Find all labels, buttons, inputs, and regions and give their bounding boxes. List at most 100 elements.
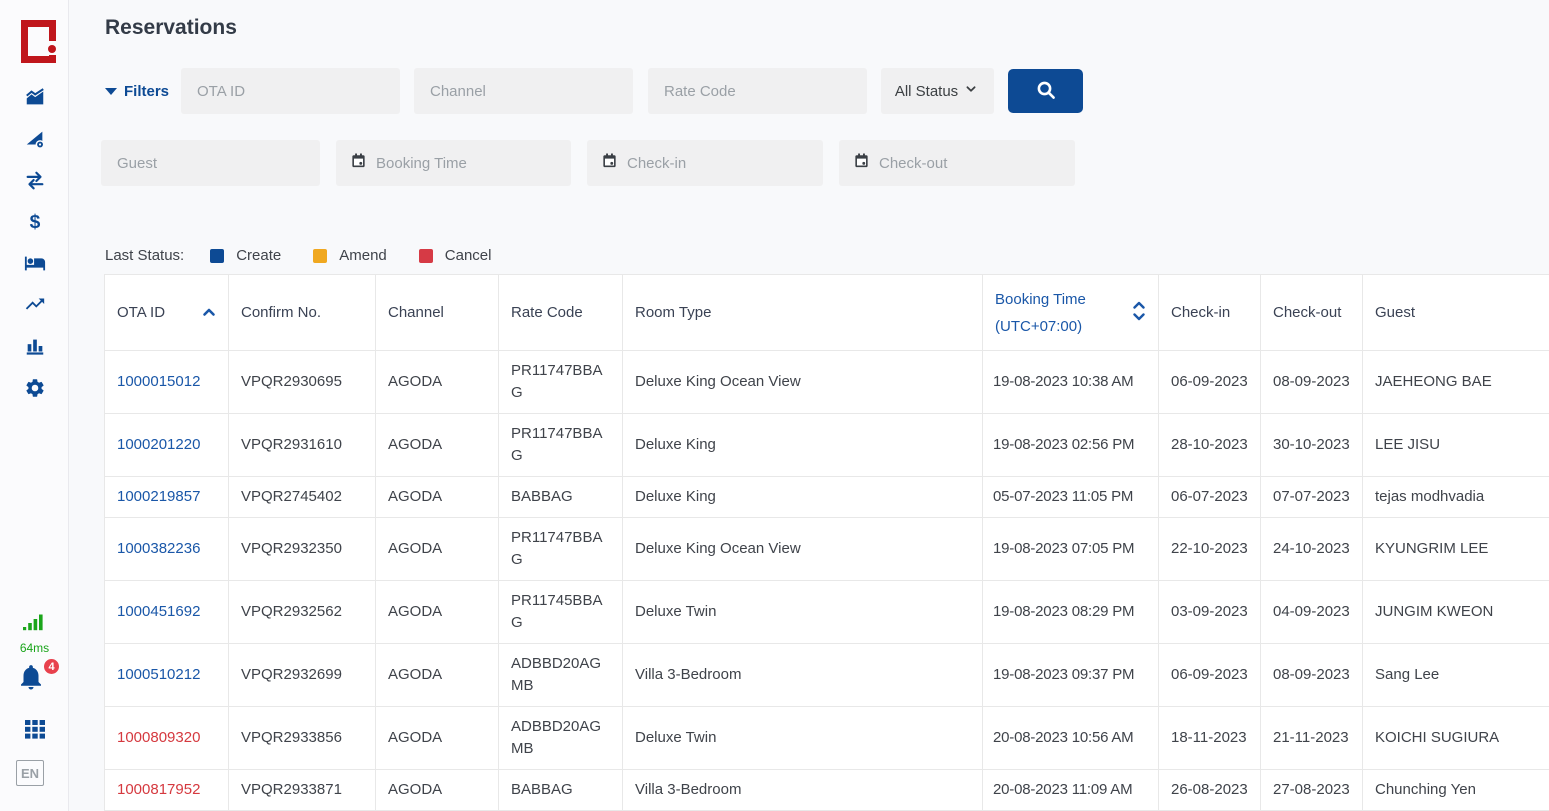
channel-cell: AGODA bbox=[376, 581, 499, 644]
rate-code-input[interactable] bbox=[648, 68, 867, 114]
filters-label: Filters bbox=[124, 83, 169, 100]
sidebar-item-reports[interactable] bbox=[0, 335, 69, 357]
reservations-tbody: 1000015012 VPQR2930695 AGODA PR11747BBAG… bbox=[105, 351, 1549, 811]
ota-id-link[interactable]: 1000015012 bbox=[117, 373, 200, 390]
room-type-cell: Deluxe King bbox=[623, 414, 983, 477]
confirm-no-cell: VPQR2933871 bbox=[229, 770, 376, 811]
channel-cell: AGODA bbox=[376, 707, 499, 770]
ota-id-link[interactable]: 1000451692 bbox=[117, 603, 200, 620]
check-out-cell: 24-10-2023 bbox=[1261, 518, 1363, 581]
guest-cell: LEE JISU bbox=[1363, 414, 1549, 477]
ota-id-link[interactable]: 1000809320 bbox=[117, 729, 200, 746]
ota-id-link[interactable]: 1000817952 bbox=[117, 781, 200, 798]
check-out-cell: 08-09-2023 bbox=[1261, 351, 1363, 414]
check-in-picker[interactable]: Check-in bbox=[587, 140, 823, 186]
confirm-no-cell: VPQR2930695 bbox=[229, 351, 376, 414]
check-out-placeholder: Check-out bbox=[879, 155, 947, 172]
table-row: 1000219857 VPQR2745402 AGODA BABBAG Delu… bbox=[105, 477, 1549, 518]
notification-count-badge: 4 bbox=[42, 657, 61, 676]
col-header-guest: Guest bbox=[1363, 275, 1549, 351]
sort-both-icon bbox=[1132, 299, 1146, 327]
check-in-cell: 03-09-2023 bbox=[1159, 581, 1261, 644]
check-out-cell: 30-10-2023 bbox=[1261, 414, 1363, 477]
create-swatch bbox=[210, 249, 224, 263]
rate-code-cell: PR11745BBAG bbox=[499, 581, 623, 644]
status-legend: Last Status: Create Amend Cancel bbox=[105, 247, 523, 264]
booking-time-cell: 19-08-2023 07:05 PM bbox=[983, 518, 1159, 581]
check-out-cell: 04-09-2023 bbox=[1261, 581, 1363, 644]
ota-id-link[interactable]: 1000382236 bbox=[117, 540, 200, 557]
ota-id-input[interactable] bbox=[181, 68, 400, 114]
sidebar-item-settings[interactable] bbox=[0, 377, 69, 399]
sort-asc-icon bbox=[202, 304, 216, 321]
status-dropdown[interactable]: All Status bbox=[881, 68, 994, 114]
area-chart-icon bbox=[24, 86, 46, 108]
rate-code-cell: PR11747BBAG bbox=[499, 414, 623, 477]
check-in-cell: 26-08-2023 bbox=[1159, 770, 1261, 811]
ota-id-link[interactable]: 1000219857 bbox=[117, 488, 200, 505]
ota-id-link[interactable]: 1000510212 bbox=[117, 666, 200, 683]
rate-code-cell: PR11747BBAG bbox=[499, 351, 623, 414]
swap-arrows-icon bbox=[24, 170, 46, 192]
table-row: 1000817952 VPQR2933871 AGODA BABBAG Vill… bbox=[105, 770, 1549, 811]
col-header-rate-code: Rate Code bbox=[499, 275, 623, 351]
sidebar-item-payments[interactable]: $ bbox=[0, 211, 69, 233]
booking-time-cell: 19-08-2023 09:37 PM bbox=[983, 644, 1159, 707]
col-header-booking-time[interactable]: Booking Time (UTC+07:00) bbox=[983, 275, 1159, 351]
guest-cell: KOICHI SUGIURA bbox=[1363, 707, 1549, 770]
sidebar-item-performance[interactable] bbox=[0, 293, 69, 315]
rate-code-cell: ADBBD20AGMB bbox=[499, 644, 623, 707]
sidebar-item-transfers[interactable] bbox=[0, 170, 69, 192]
legend-item-amend: Amend bbox=[313, 247, 387, 264]
channel-input[interactable] bbox=[414, 68, 633, 114]
guest-input[interactable] bbox=[101, 140, 320, 186]
calendar-icon bbox=[601, 152, 618, 174]
booking-time-placeholder: Booking Time bbox=[376, 155, 467, 172]
amend-swatch bbox=[313, 249, 327, 263]
table-row: 1000809320 VPQR2933856 AGODA ADBBD20AGMB… bbox=[105, 707, 1549, 770]
caret-down-icon bbox=[105, 88, 117, 95]
confirm-no-cell: VPQR2932350 bbox=[229, 518, 376, 581]
ota-id-link[interactable]: 1000201220 bbox=[117, 436, 200, 453]
search-button[interactable] bbox=[1008, 69, 1083, 113]
notifications-button[interactable]: 4 bbox=[16, 662, 56, 696]
language-selector[interactable]: EN bbox=[16, 760, 44, 786]
confirm-no-cell: VPQR2933856 bbox=[229, 707, 376, 770]
app-logo[interactable] bbox=[21, 20, 56, 63]
room-type-cell: Deluxe Twin bbox=[623, 581, 983, 644]
apps-menu-button[interactable] bbox=[0, 716, 69, 740]
channel-cell: AGODA bbox=[376, 477, 499, 518]
room-bed-icon bbox=[24, 252, 46, 274]
search-icon bbox=[1034, 78, 1058, 105]
check-out-cell: 21-11-2023 bbox=[1261, 707, 1363, 770]
trend-up-icon bbox=[24, 293, 46, 315]
latency-label: 64ms bbox=[0, 641, 69, 655]
check-out-cell: 07-07-2023 bbox=[1261, 477, 1363, 518]
table-row: 1000451692 VPQR2932562 AGODA PR11745BBAG… bbox=[105, 581, 1549, 644]
booking-time-picker[interactable]: Booking Time bbox=[336, 140, 571, 186]
room-type-cell: Deluxe King Ocean View bbox=[623, 351, 983, 414]
confirm-no-cell: VPQR2932562 bbox=[229, 581, 376, 644]
col-header-confirm-no: Confirm No. bbox=[229, 275, 376, 351]
check-in-cell: 06-07-2023 bbox=[1159, 477, 1261, 518]
check-in-placeholder: Check-in bbox=[627, 155, 686, 172]
booking-time-cell: 19-08-2023 08:29 PM bbox=[983, 581, 1159, 644]
gear-icon bbox=[24, 377, 46, 399]
booking-time-cell: 19-08-2023 10:38 AM bbox=[983, 351, 1159, 414]
sidebar-item-rate-settings[interactable] bbox=[0, 128, 69, 150]
filters-toggle[interactable]: Filters bbox=[105, 83, 169, 100]
channel-cell: AGODA bbox=[376, 644, 499, 707]
sidebar-item-rooms[interactable] bbox=[0, 252, 69, 274]
confirm-no-cell: VPQR2745402 bbox=[229, 477, 376, 518]
rate-code-cell: BABBAG bbox=[499, 770, 623, 811]
guest-cell: KYUNGRIM LEE bbox=[1363, 518, 1549, 581]
sidebar-item-dashboard[interactable] bbox=[0, 86, 69, 108]
check-out-cell: 08-09-2023 bbox=[1261, 644, 1363, 707]
rate-code-cell: PR11747BBAG bbox=[499, 518, 623, 581]
col-header-ota-id[interactable]: OTA ID bbox=[105, 275, 229, 351]
table-row: 1000015012 VPQR2930695 AGODA PR11747BBAG… bbox=[105, 351, 1549, 414]
reservations-table: OTA ID Confirm No. Channel Rate Code Roo… bbox=[104, 274, 1549, 811]
guest-cell: JAEHEONG BAE bbox=[1363, 351, 1549, 414]
table-row: 1000201220 VPQR2931610 AGODA PR11747BBAG… bbox=[105, 414, 1549, 477]
check-out-picker[interactable]: Check-out bbox=[839, 140, 1075, 186]
